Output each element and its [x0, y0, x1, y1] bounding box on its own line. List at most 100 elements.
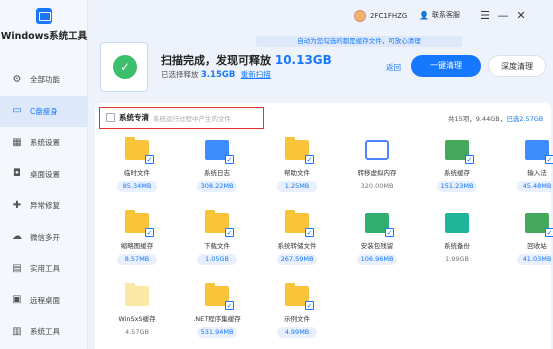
clean-item[interactable]: 转移虚拟内存 320.00MB: [337, 140, 417, 192]
item-checkbox[interactable]: ✓: [225, 301, 234, 310]
top-bar: 2FC1FHZG 👤 联系客服 ☰ — ✕: [88, 0, 553, 34]
item-checkbox[interactable]: ✓: [145, 228, 154, 237]
item-name: 示例文件: [284, 315, 310, 323]
item-name: 转移虚拟内存: [357, 169, 397, 177]
grid-icon: ▦: [12, 136, 22, 148]
sidebar-item-system-tools[interactable]: ▥ 系统工具: [0, 316, 88, 348]
item-checkbox[interactable]: ✓: [225, 228, 234, 237]
sidebar-item-label: 实用工具: [30, 264, 60, 274]
app-logo: Windows系统工具: [0, 8, 88, 42]
item-checkbox[interactable]: ✓: [545, 155, 553, 164]
item-name: 输入法: [527, 169, 547, 177]
summary-text: 共15项，9.44GB，: [448, 115, 507, 123]
folder-icon: [365, 140, 389, 160]
system-clean-label: 系统专清: [119, 113, 149, 122]
menu-icon[interactable]: ☰: [477, 8, 493, 24]
item-checkbox[interactable]: ✓: [545, 228, 553, 237]
minimize-icon[interactable]: —: [495, 8, 511, 24]
folder-icon: ✓: [205, 140, 234, 164]
sidebar-nav: ⚙ 全部功能 ▭ C盘瘦身 ▦ 系统设置 ◘ 桌面设置 ✚ 异常修复 ☁ 微信多开 ▤ 实用工…: [0, 64, 88, 348]
item-name: 下载文件: [204, 242, 230, 250]
item-checkbox[interactable]: ✓: [145, 155, 154, 164]
item-size: 106.96MB: [356, 254, 398, 265]
scan-result-title: 扫描完成，发现可释放 10.13GB: [161, 52, 332, 68]
item-checkbox[interactable]: ✓: [465, 155, 474, 164]
sidebar-item-remote-desktop[interactable]: ▣ 远程桌面: [0, 285, 88, 317]
item-name: 回收站: [527, 242, 547, 250]
sidebar-item-utilities[interactable]: ▤ 实用工具: [0, 253, 88, 285]
clean-item[interactable]: ✓ 安装包残留 106.96MB: [337, 213, 417, 265]
avatar: [354, 10, 366, 22]
rescan-link[interactable]: 重新扫描: [241, 70, 271, 79]
item-size: 308.22MB: [196, 181, 238, 192]
sidebar-item-desktop-settings[interactable]: ◘ 桌面设置: [0, 159, 88, 191]
item-name: 系统日志: [204, 169, 230, 177]
scan-complete-icon: [100, 42, 148, 92]
tools-icon: ▥: [12, 325, 22, 337]
clean-item[interactable]: ✓ 输入法 45.48MB: [497, 140, 553, 192]
clean-item[interactable]: ✓ 系统转储文件 267.59MB: [257, 210, 337, 265]
clean-item[interactable]: ✓ 帮助文件 1.25MB: [257, 137, 337, 192]
item-size: 151.23MB: [436, 181, 478, 192]
one-click-clean-button[interactable]: 一键清理: [411, 55, 481, 77]
scan-selected-info: 已选择释放 3.15GB 重新扫描: [161, 69, 271, 80]
clean-item[interactable]: ✓ 临时文件 85.34MB: [97, 137, 177, 192]
user-account[interactable]: 2FC1FHZG: [354, 10, 407, 22]
clean-item[interactable]: 系统备份 1.99GB: [417, 213, 497, 265]
item-checkbox[interactable]: ✓: [385, 228, 394, 237]
folder-icon: ✓: [205, 210, 234, 237]
clean-item[interactable]: ✓ 缩略图缓存 8.57MB: [97, 210, 177, 265]
item-checkbox[interactable]: ✓: [225, 155, 234, 164]
item-size: 45.48MB: [517, 181, 553, 192]
item-name: 系统备份: [444, 242, 470, 250]
clean-item[interactable]: WinSxS缓存 4.57GB: [97, 283, 177, 338]
sidebar-item-all-features[interactable]: ⚙ 全部功能: [0, 64, 88, 96]
item-size: 1.05GB: [197, 254, 237, 265]
contact-service-label: 联系客服: [431, 11, 460, 19]
sidebar-item-repair[interactable]: ✚ 异常修复: [0, 190, 88, 222]
repair-icon: ✚: [12, 199, 22, 211]
sidebar-item-label: 异常修复: [30, 201, 60, 211]
clean-item[interactable]: ✓ .NET程序集缓存 531.94MB: [177, 283, 257, 338]
sidebar-item-c-drive-slim[interactable]: ▭ C盘瘦身: [0, 95, 88, 127]
system-clean-checkbox[interactable]: [106, 113, 115, 122]
clean-item[interactable]: ✓ 示例文件 4.99MB: [257, 283, 337, 338]
sidebar-item-system-settings[interactable]: ▦ 系统设置: [0, 127, 88, 159]
summary-selected: 已选2.57GB: [506, 115, 544, 123]
clean-item[interactable]: ✓ 系统日志 308.22MB: [177, 140, 257, 192]
item-size: 267.59MB: [276, 254, 318, 265]
folder-icon: ✓: [365, 213, 394, 237]
folder-icon: ✓: [285, 137, 314, 164]
scan-title-prefix: 扫描完成，发现可释放: [161, 54, 271, 67]
item-name: 系统缓存: [444, 169, 470, 177]
sidebar-item-label: C盘瘦身: [30, 106, 58, 116]
wechat-icon: ☁: [12, 231, 22, 243]
contact-service-button[interactable]: 👤 联系客服: [419, 10, 460, 20]
sidebar-item-label: 微信多开: [30, 232, 60, 242]
item-checkbox[interactable]: ✓: [305, 155, 314, 164]
item-size: 8.57MB: [117, 254, 157, 265]
sidebar: Windows系统工具 ⚙ 全部功能 ▭ C盘瘦身 ▦ 系统设置 ◘ 桌面设置 ✚ 异常修…: [0, 0, 88, 349]
clean-item[interactable]: ✓ 下载文件 1.05GB: [177, 210, 257, 265]
back-link[interactable]: 返回: [386, 62, 401, 73]
sidebar-item-wechat-multi[interactable]: ☁ 微信多开: [0, 222, 88, 254]
system-clean-summary: 共15项，9.44GB，已选2.57GB: [448, 113, 543, 123]
sidebar-item-label: 全部功能: [30, 75, 60, 85]
clean-item[interactable]: ✓ 回收站 41.03MB: [497, 213, 553, 265]
deep-clean-button[interactable]: 深度清理: [488, 55, 546, 77]
folder-icon: ✓: [125, 210, 154, 237]
sidebar-item-label: 桌面设置: [30, 169, 60, 179]
sidebar-item-label: 系统工具: [30, 327, 60, 337]
gear-icon: ⚙: [12, 73, 22, 85]
folder-icon: ✓: [285, 283, 314, 310]
folder-icon: ✓: [525, 140, 553, 164]
item-size: 1.25MB: [277, 181, 317, 192]
app-title: Windows系统工具: [0, 31, 88, 42]
item-name: 安装包残留: [360, 242, 394, 250]
close-icon[interactable]: ✕: [513, 8, 529, 24]
item-name: 系统转储文件: [277, 242, 317, 250]
item-checkbox[interactable]: ✓: [305, 301, 314, 310]
clean-item[interactable]: ✓ 系统缓存 151.23MB: [417, 140, 497, 192]
system-clean-desc: 系统运行过程中产生的文件: [153, 115, 231, 123]
item-checkbox[interactable]: ✓: [305, 228, 314, 237]
